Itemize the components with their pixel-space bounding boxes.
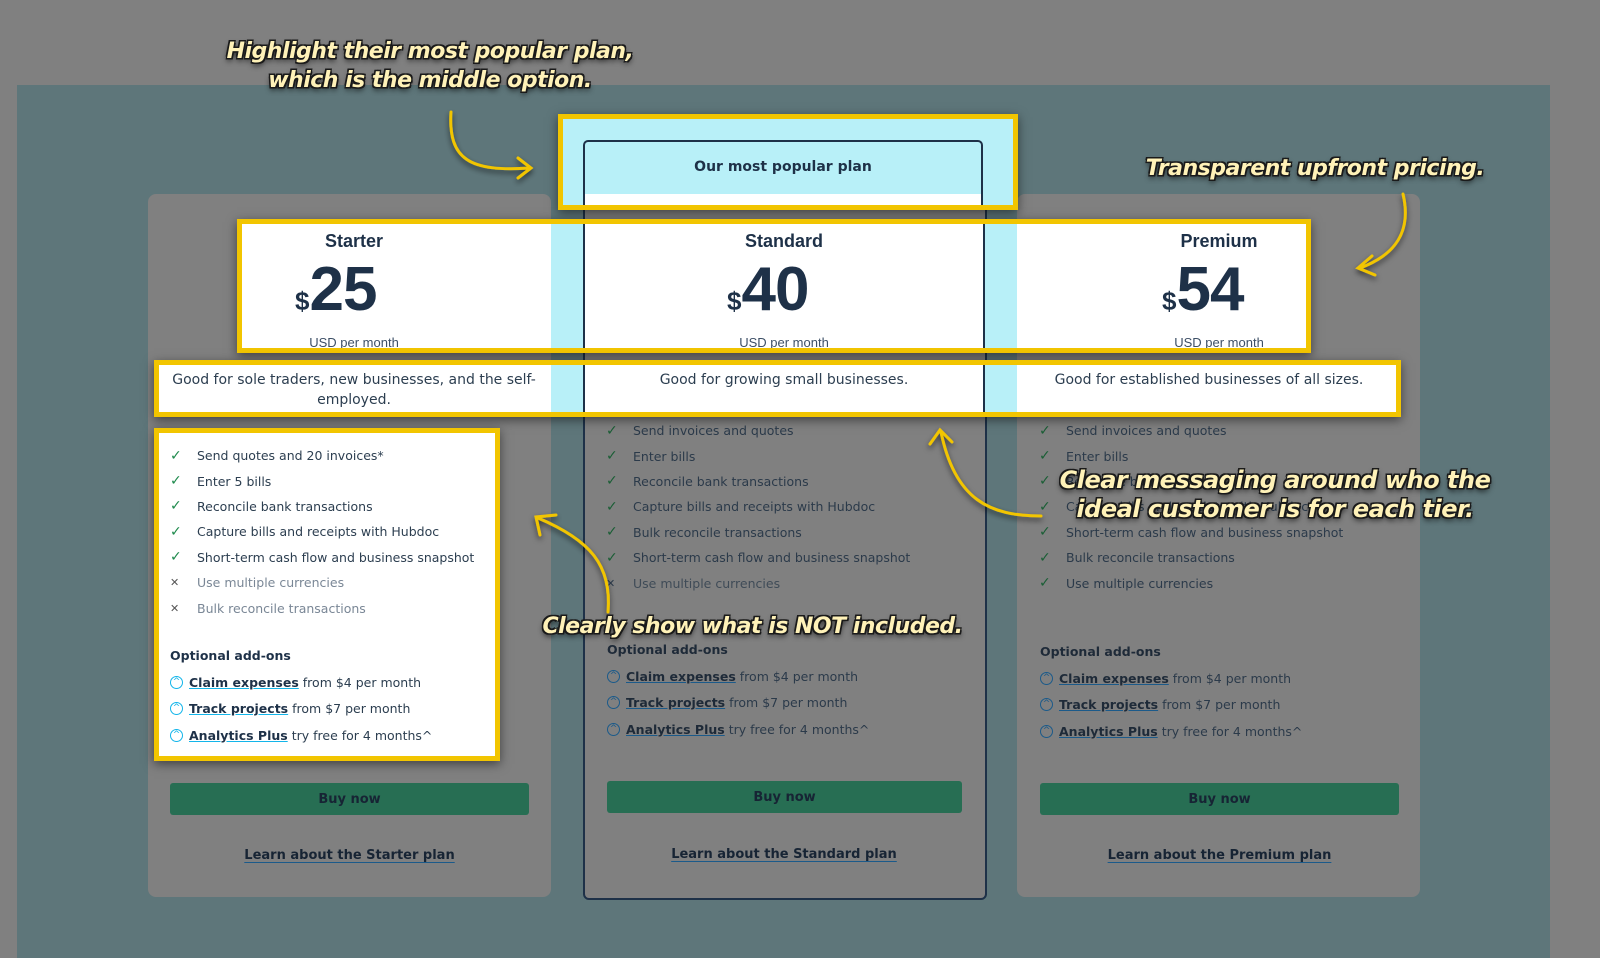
annotation-popular: Highlight their most popular plan, which… xyxy=(226,39,634,93)
annotation-not-included: Clearly show what is NOT included. xyxy=(542,614,963,639)
arrow-messaging xyxy=(928,427,1043,518)
annotation-messaging: Clear messaging around who the ideal cus… xyxy=(1059,466,1491,523)
arrow-not-included xyxy=(534,513,610,614)
arrow-pricing xyxy=(1355,192,1407,277)
arrow-popular xyxy=(449,110,534,180)
annotation-pricing: Transparent upfront pricing. xyxy=(1145,156,1485,181)
